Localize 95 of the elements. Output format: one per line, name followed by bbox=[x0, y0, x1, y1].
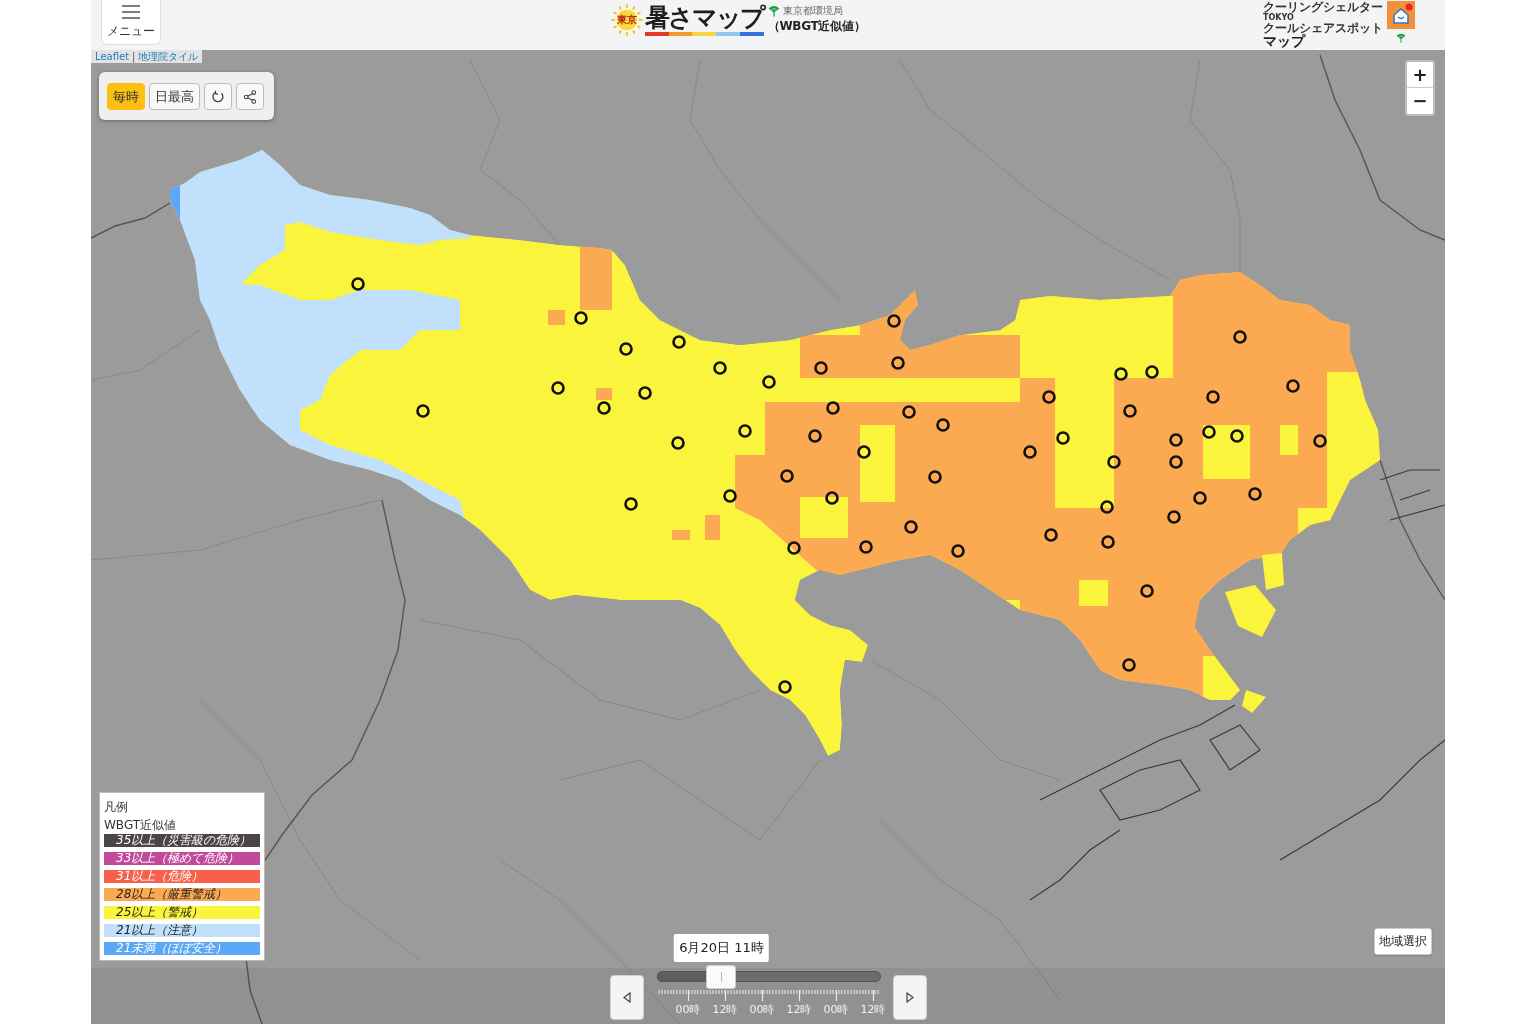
station-marker-icon[interactable] bbox=[551, 381, 565, 395]
station-marker-icon[interactable] bbox=[1042, 390, 1056, 404]
tick-label: 12時 bbox=[859, 1003, 887, 1016]
tick-label: 12時 bbox=[785, 1003, 813, 1016]
station-marker-icon[interactable] bbox=[887, 314, 901, 328]
station-marker-icon[interactable] bbox=[1233, 330, 1247, 344]
tick-label: 00時 bbox=[748, 1003, 776, 1016]
attribution-link[interactable]: Leaflet bbox=[95, 50, 130, 63]
station-marker-icon[interactable] bbox=[1169, 433, 1183, 447]
station-marker-icon[interactable] bbox=[1114, 367, 1128, 381]
station-marker-icon[interactable] bbox=[762, 375, 776, 389]
time-tooltip: 6月20日 11時 bbox=[674, 934, 769, 962]
refresh-button[interactable] bbox=[204, 83, 232, 110]
station-marker-icon[interactable] bbox=[1044, 528, 1058, 542]
logo-title: マップ bbox=[1263, 34, 1306, 49]
station-marker-icon[interactable] bbox=[859, 540, 873, 554]
tick-label: 12時 bbox=[711, 1003, 739, 1016]
station-marker-icon[interactable] bbox=[808, 429, 822, 443]
station-marker-icon[interactable] bbox=[1313, 434, 1327, 448]
app-subtitle: （WBGT近似値） bbox=[767, 18, 866, 34]
mode-tab[interactable]: 日最高 bbox=[149, 83, 200, 110]
legend-item: 21以上（注意） bbox=[104, 924, 260, 937]
legend-item: 25以上（警戒） bbox=[104, 906, 260, 919]
logo-tagline: クールシェアスポット bbox=[1263, 22, 1383, 34]
legend-item: 33以上（極めて危険） bbox=[104, 852, 260, 865]
station-marker-icon[interactable] bbox=[1101, 535, 1115, 549]
station-marker-icon[interactable] bbox=[902, 405, 916, 419]
station-marker-icon[interactable] bbox=[1023, 445, 1037, 459]
station-marker-icon[interactable] bbox=[624, 497, 638, 511]
station-marker-icon[interactable] bbox=[713, 361, 727, 375]
station-marker-icon[interactable] bbox=[1145, 365, 1159, 379]
station-marker-icon[interactable] bbox=[928, 470, 942, 484]
station-marker-icon[interactable] bbox=[936, 418, 950, 432]
station-marker-icon[interactable] bbox=[780, 469, 794, 483]
station-marker-icon[interactable] bbox=[638, 386, 652, 400]
zoom-in-button[interactable]: + bbox=[1407, 62, 1433, 88]
leaf-icon bbox=[767, 5, 780, 17]
station-marker-icon[interactable] bbox=[1100, 500, 1114, 514]
share-icon[interactable] bbox=[243, 89, 257, 104]
station-marker-icon[interactable] bbox=[1140, 584, 1154, 598]
station-marker-icon[interactable] bbox=[825, 491, 839, 505]
station-marker-icon[interactable] bbox=[951, 544, 965, 558]
caret-right-icon[interactable] bbox=[905, 992, 914, 1003]
station-marker-icon[interactable] bbox=[574, 311, 588, 325]
station-marker-icon[interactable] bbox=[1169, 455, 1183, 469]
station-marker-icon[interactable] bbox=[1056, 431, 1070, 445]
menu-button[interactable]: メニュー bbox=[101, 0, 161, 45]
station-marker-icon[interactable] bbox=[351, 277, 365, 291]
station-marker-icon[interactable] bbox=[597, 401, 611, 415]
legend-title: 凡例 bbox=[104, 799, 129, 816]
logo-wordmark: TOKYO bbox=[1263, 13, 1294, 22]
tick-label: 00時 bbox=[822, 1003, 850, 1016]
station-marker-icon[interactable] bbox=[1206, 390, 1220, 404]
station-marker-icon[interactable] bbox=[738, 424, 752, 438]
region-select-button[interactable]: 地域選択 bbox=[1374, 928, 1432, 955]
legend-item: 35以上（災害級の危険） bbox=[104, 834, 260, 847]
station-marker-icon[interactable] bbox=[778, 680, 792, 694]
refresh-icon[interactable] bbox=[211, 89, 225, 104]
legend-item: 28以上（厳重警戒） bbox=[104, 888, 260, 901]
station-marker-icon[interactable] bbox=[1230, 429, 1244, 443]
share-button[interactable] bbox=[236, 83, 264, 110]
menu-icon[interactable] bbox=[121, 4, 141, 20]
station-marker-icon[interactable] bbox=[619, 342, 633, 356]
station-marker-icon[interactable] bbox=[826, 401, 840, 415]
tick-label: 00時 bbox=[674, 1003, 702, 1016]
legend-subtitle: WBGT近似値 bbox=[104, 817, 178, 834]
logo-tagline: クーリングシェルター bbox=[1263, 1, 1383, 13]
station-marker-icon[interactable] bbox=[787, 541, 801, 555]
legend-item: 21未満（ほぼ安全） bbox=[104, 942, 260, 955]
time-slider-track[interactable] bbox=[656, 965, 881, 989]
station-marker-icon[interactable] bbox=[1122, 658, 1136, 672]
station-marker-icon[interactable] bbox=[857, 445, 871, 459]
station-marker-icon[interactable] bbox=[1107, 455, 1121, 469]
station-marker-icon[interactable] bbox=[891, 356, 905, 370]
station-marker-icon[interactable] bbox=[1123, 404, 1137, 418]
station-marker-icon[interactable] bbox=[416, 404, 430, 418]
station-marker-icon[interactable] bbox=[1248, 487, 1262, 501]
station-marker-icon[interactable] bbox=[1167, 510, 1181, 524]
separator-text: | bbox=[132, 50, 136, 63]
station-marker-icon[interactable] bbox=[1202, 425, 1216, 439]
station-marker-icon[interactable] bbox=[1286, 379, 1300, 393]
station-marker-icon[interactable] bbox=[672, 335, 686, 349]
mode-tab[interactable]: 毎時 bbox=[107, 83, 145, 110]
station-marker-icon[interactable] bbox=[723, 489, 737, 503]
station-marker-icon[interactable] bbox=[904, 520, 918, 534]
station-marker-icon[interactable] bbox=[671, 436, 685, 450]
station-marker-icon[interactable] bbox=[1193, 491, 1207, 505]
station-marker-icon[interactable] bbox=[814, 361, 828, 375]
slider-thumb[interactable] bbox=[706, 965, 737, 989]
legend-item: 31以上（危険） bbox=[104, 870, 260, 883]
app-title: 暑さマップ bbox=[644, 3, 764, 32]
agency-name: 東京都環境局 bbox=[782, 5, 843, 17]
attribution-link[interactable]: 地理院タイル bbox=[138, 50, 199, 63]
caret-left-icon[interactable] bbox=[622, 992, 631, 1003]
leaf-icon bbox=[1396, 33, 1406, 43]
